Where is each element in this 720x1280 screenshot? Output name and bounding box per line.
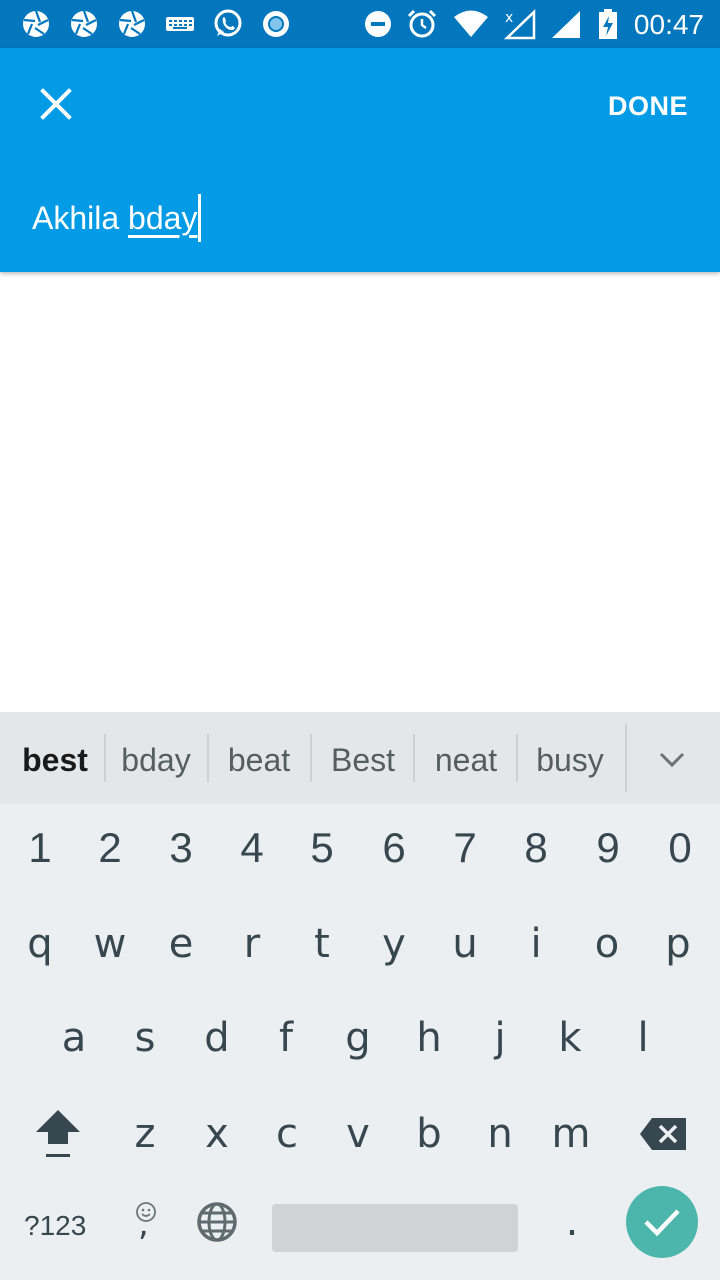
key-3[interactable]: 3 (149, 808, 213, 888)
key-a[interactable]: a (42, 998, 106, 1078)
check-icon (644, 1209, 680, 1237)
suggestion-item[interactable]: neat (419, 736, 513, 784)
whatsapp-icon (212, 8, 244, 40)
key-1[interactable]: 1 (8, 808, 72, 888)
key-6[interactable]: 6 (362, 808, 426, 888)
enter-button[interactable] (626, 1186, 698, 1258)
key-m[interactable]: m (539, 1094, 603, 1174)
key-c[interactable]: c (255, 1094, 319, 1174)
suggestion-item[interactable]: beat (213, 736, 305, 784)
svg-text:x: x (505, 10, 513, 26)
key-p[interactable]: p (646, 904, 710, 984)
app-bar: DONE Akhila bday (0, 48, 720, 272)
aperture-icon (20, 8, 52, 40)
alarm-icon (406, 8, 438, 40)
keyboard-icon (164, 8, 196, 40)
suggestion-divider (625, 724, 627, 792)
emoji-comma-key[interactable]: , (114, 1188, 178, 1264)
status-bar: x 00:47 (0, 0, 720, 48)
key-5[interactable]: 5 (290, 808, 354, 888)
close-icon (40, 88, 72, 120)
key-w[interactable]: w (78, 904, 142, 984)
suggestion-divider (207, 734, 209, 782)
globe-icon (197, 1202, 237, 1242)
title-text: Akhila (32, 200, 129, 236)
suggestion-item[interactable]: best (10, 736, 100, 784)
backspace-icon (640, 1118, 686, 1150)
suggestion-divider (104, 734, 106, 782)
record-icon (260, 8, 292, 40)
key-d[interactable]: d (185, 998, 249, 1078)
suggestion-divider (516, 734, 518, 782)
key-r[interactable]: r (220, 904, 284, 984)
key-j[interactable]: j (468, 998, 532, 1078)
period-key[interactable]: . (540, 1186, 604, 1258)
key-y[interactable]: y (362, 904, 426, 984)
key-0[interactable]: 0 (648, 808, 712, 888)
key-i[interactable]: i (504, 904, 568, 984)
space-bar[interactable] (272, 1204, 518, 1252)
aperture-icon (68, 8, 100, 40)
key-l[interactable]: l (611, 998, 675, 1078)
key-8[interactable]: 8 (504, 808, 568, 888)
key-2[interactable]: 2 (78, 808, 142, 888)
key-n[interactable]: n (468, 1094, 532, 1174)
suggestion-item[interactable]: busy (522, 736, 618, 784)
suggestion-divider (310, 734, 312, 782)
close-button[interactable] (28, 76, 84, 132)
key-7[interactable]: 7 (433, 808, 497, 888)
key-f[interactable]: f (254, 998, 318, 1078)
key-t[interactable]: t (290, 904, 354, 984)
title-input[interactable]: Akhila bday (32, 188, 202, 248)
keyboard: best bday beat Best neat busy 1 2 3 4 5 … (0, 712, 720, 1280)
key-9[interactable]: 9 (576, 808, 640, 888)
signal-icon (548, 8, 584, 40)
wifi-icon (452, 8, 490, 40)
key-4[interactable]: 4 (220, 808, 284, 888)
aperture-icon (116, 8, 148, 40)
key-u[interactable]: u (433, 904, 497, 984)
backspace-key[interactable] (632, 1094, 696, 1174)
key-e[interactable]: e (149, 904, 213, 984)
text-caret (198, 194, 202, 242)
expand-suggestions-button[interactable] (646, 738, 698, 782)
key-v[interactable]: v (326, 1094, 390, 1174)
key-g[interactable]: g (326, 998, 390, 1078)
suggestion-bar: best bday beat Best neat busy (0, 712, 720, 804)
status-time: 00:47 (633, 9, 704, 40)
key-k[interactable]: k (538, 998, 602, 1078)
key-z[interactable]: z (113, 1094, 177, 1174)
suggestion-divider (413, 734, 415, 782)
key-o[interactable]: o (575, 904, 639, 984)
key-s[interactable]: s (113, 998, 177, 1078)
key-x[interactable]: x (185, 1094, 249, 1174)
do-not-disturb-icon (362, 8, 394, 40)
suggestion-item[interactable]: bday (110, 736, 202, 784)
language-key[interactable] (186, 1190, 248, 1254)
title-current-word: bday (128, 200, 198, 236)
comma-label: , (138, 1204, 149, 1244)
key-b[interactable]: b (397, 1094, 461, 1174)
symbols-key[interactable]: ?123 (24, 1210, 86, 1242)
shift-key[interactable] (24, 1094, 92, 1174)
key-h[interactable]: h (397, 998, 461, 1078)
no-signal-icon: x (502, 8, 538, 40)
suggestion-item[interactable]: Best (316, 736, 410, 784)
battery-charging-icon (594, 8, 622, 40)
shift-icon (36, 1110, 80, 1157)
chevron-down-icon (659, 752, 685, 768)
done-button[interactable]: DONE (608, 86, 688, 126)
key-q[interactable]: q (8, 904, 72, 984)
